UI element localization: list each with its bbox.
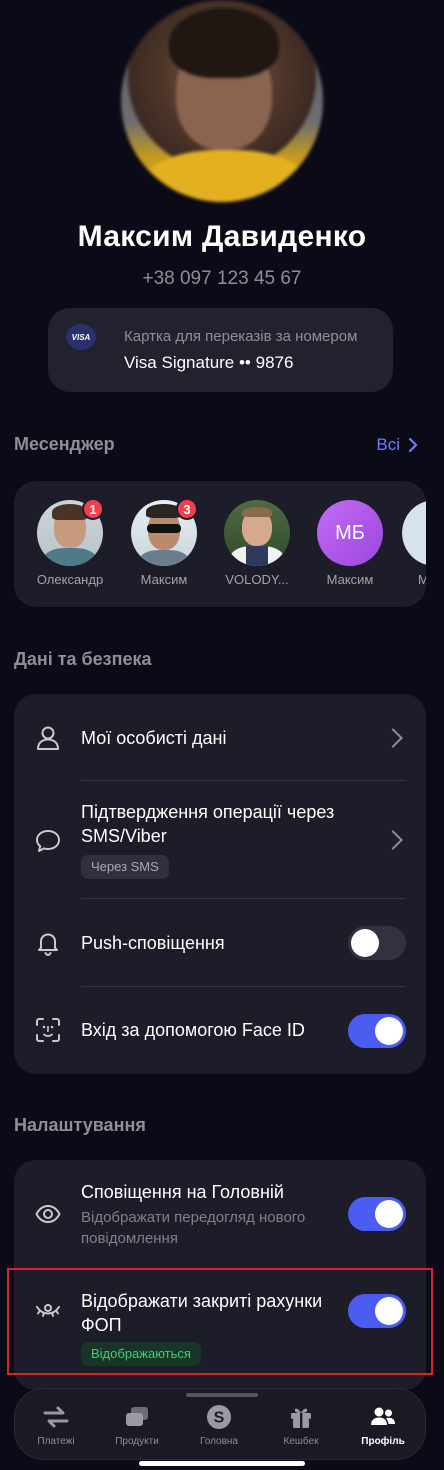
contact-name: М [418, 572, 426, 587]
tab-profile[interactable]: Профіль [342, 1404, 424, 1447]
home-indicator [139, 1461, 305, 1466]
tab-label: Кешбек [283, 1436, 319, 1447]
transfer-arrows-icon [43, 1406, 69, 1428]
person-icon [37, 726, 59, 750]
personal-data-label: Мої особисті дані [81, 728, 227, 748]
tab-cashback[interactable]: Кешбек [260, 1404, 342, 1447]
row-divider [81, 986, 406, 987]
contact-item[interactable]: М [402, 500, 426, 587]
messenger-all-link[interactable]: Всі [376, 435, 418, 455]
confirm-operation-label: Підтвердження операції через SMS/Viber [81, 802, 335, 846]
contact-avatar: МБ [317, 500, 383, 566]
tab-label: Платежі [37, 1436, 75, 1447]
contact-name: VOLODY... [225, 572, 289, 587]
contact-initials: МБ [335, 521, 365, 544]
home-notifications-description: Відображати передогляд нового повідомлен… [81, 1209, 306, 1247]
home-notifications-toggle[interactable] [348, 1197, 406, 1231]
profile-name: Максим Давиденко [77, 220, 367, 253]
unread-badge: 3 [176, 498, 198, 520]
contact-name: Олександр [36, 572, 104, 587]
contact-item[interactable]: 1 Олександр [28, 498, 112, 587]
gift-icon [291, 1408, 311, 1428]
home-notifications-label: Сповіщення на Головній [81, 1182, 284, 1202]
people-icon [371, 1407, 395, 1425]
contact-name: Максим [326, 572, 374, 587]
chat-bubble-icon [36, 830, 60, 852]
contact-item[interactable]: МБ Максим [308, 500, 392, 587]
contact-item[interactable]: VOLODY... [215, 500, 299, 587]
tab-label: Головна [200, 1436, 238, 1447]
card-number: Visa Signature •• 9876 [124, 353, 294, 372]
messenger-all-label: Всі [376, 435, 400, 454]
s-logo-icon: S [207, 1405, 231, 1429]
transfer-card-selector[interactable] [48, 308, 393, 392]
face-id-toggle[interactable] [348, 1014, 406, 1048]
eye-icon [35, 1205, 61, 1223]
push-notifications-toggle[interactable] [348, 926, 406, 960]
highlight-frame [7, 1268, 433, 1375]
row-divider [81, 780, 406, 781]
tab-label: Продукти [115, 1436, 159, 1447]
face-id-icon [36, 1018, 60, 1042]
profile-phone: +38 097 123 45 67 [142, 268, 302, 289]
unread-badge: 1 [82, 498, 104, 520]
tab-products[interactable]: Продукти [96, 1404, 178, 1447]
push-notifications-label: Push-сповіщення [81, 933, 225, 953]
confirm-method-chip: Через SMS [81, 855, 169, 879]
tab-payments[interactable]: Платежі [15, 1404, 97, 1447]
cards-icon [126, 1407, 148, 1426]
contact-avatar [224, 500, 290, 566]
tab-home[interactable]: S Головна [178, 1404, 260, 1447]
card-caption: Картка для переказів за номером [124, 328, 358, 345]
sheet-handle[interactable] [186, 1393, 258, 1397]
contact-avatar [402, 500, 426, 566]
contact-name: Максим [140, 572, 188, 587]
chevron-right-icon [408, 437, 418, 453]
profile-avatar[interactable] [121, 0, 323, 202]
messenger-section-title: Месенджер [14, 434, 115, 454]
bell-icon [38, 933, 58, 957]
svg-text:S: S [214, 1410, 225, 1427]
row-divider [81, 898, 406, 899]
tab-label: Профіль [361, 1436, 405, 1447]
contact-item[interactable]: 3 Максим [122, 498, 206, 587]
face-id-label: Вхід за допомогою Face ID [81, 1020, 305, 1040]
visa-logo-icon: VISA [66, 324, 96, 350]
security-section-title: Дані та безпека [14, 649, 152, 669]
settings-section-title: Налаштування [14, 1115, 146, 1135]
